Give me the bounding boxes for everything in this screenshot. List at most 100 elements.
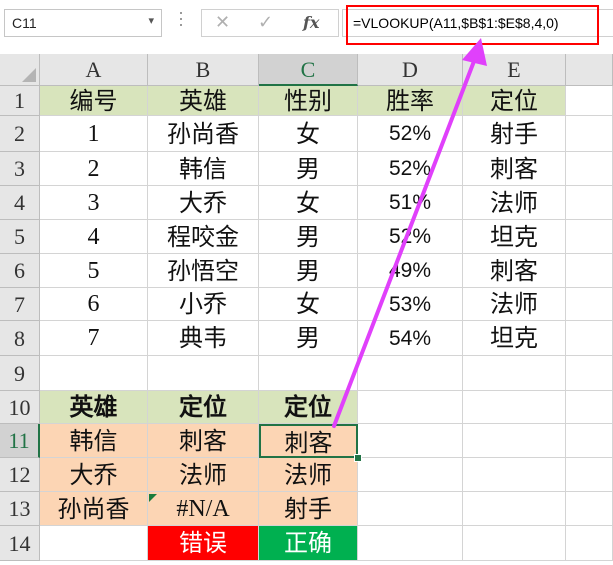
column-header-e[interactable]: E (463, 54, 566, 86)
cell-empty[interactable] (566, 288, 613, 321)
table-cell[interactable]: 大乔 (148, 186, 259, 220)
table-cell[interactable]: 小乔 (148, 288, 259, 321)
table-cell[interactable]: 女 (259, 186, 358, 220)
table-cell[interactable]: 1 (40, 116, 148, 152)
table-cell[interactable]: 51% (358, 186, 463, 220)
cell-empty[interactable] (566, 391, 613, 424)
table-cell[interactable]: 49% (358, 254, 463, 288)
table-cell[interactable]: 孙悟空 (148, 254, 259, 288)
cell-empty[interactable] (566, 116, 613, 152)
name-box[interactable]: C11 ▾ (4, 9, 162, 37)
table-cell[interactable]: 女 (259, 288, 358, 321)
table-cell[interactable]: 53% (358, 288, 463, 321)
table-cell[interactable]: 刺客 (463, 152, 566, 186)
cell-empty[interactable] (40, 356, 148, 391)
cell-empty[interactable] (358, 458, 463, 492)
row-header-3[interactable]: 3 (0, 152, 40, 186)
column-header-f[interactable] (566, 54, 613, 86)
table-cell[interactable]: 程咬金 (148, 220, 259, 254)
lookup-header-cell[interactable]: 定位 (259, 391, 358, 424)
row-header-12[interactable]: 12 (0, 458, 40, 492)
cell-empty[interactable] (463, 424, 566, 458)
table-cell[interactable]: 男 (259, 220, 358, 254)
cell-empty[interactable] (463, 391, 566, 424)
row-header-4[interactable]: 4 (0, 186, 40, 220)
wrong-label[interactable]: 错误 (148, 526, 259, 561)
lookup-cell[interactable]: #N/A (148, 492, 259, 526)
row-header-9[interactable]: 9 (0, 356, 40, 391)
cell-empty[interactable] (566, 220, 613, 254)
cell-empty[interactable] (566, 254, 613, 288)
table-cell[interactable]: 3 (40, 186, 148, 220)
cell-empty[interactable] (358, 391, 463, 424)
select-all-button[interactable] (0, 54, 40, 86)
lookup-cell[interactable]: 刺客 (148, 424, 259, 458)
cell-empty[interactable] (566, 492, 613, 526)
table-cell[interactable]: 4 (40, 220, 148, 254)
table-cell[interactable]: 男 (259, 254, 358, 288)
table-cell[interactable]: 6 (40, 288, 148, 321)
row-header-10[interactable]: 10 (0, 391, 40, 424)
table-cell[interactable]: 2 (40, 152, 148, 186)
check-icon[interactable]: ✓ (258, 11, 273, 35)
cell-empty[interactable] (463, 492, 566, 526)
lookup-cell[interactable]: 法师 (148, 458, 259, 492)
table-cell[interactable]: 女 (259, 116, 358, 152)
lookup-cell[interactable]: 射手 (259, 492, 358, 526)
row-header-5[interactable]: 5 (0, 220, 40, 254)
row-header-11[interactable]: 11 (0, 424, 40, 458)
table-header-cell[interactable]: 胜率 (358, 86, 463, 116)
cell-empty[interactable] (148, 356, 259, 391)
close-icon[interactable]: ✕ (215, 11, 230, 35)
table-cell[interactable]: 7 (40, 321, 148, 356)
row-header-1[interactable]: 1 (0, 86, 40, 116)
table-cell[interactable]: 54% (358, 321, 463, 356)
lookup-header-cell[interactable]: 英雄 (40, 391, 148, 424)
table-header-cell[interactable]: 定位 (463, 86, 566, 116)
drag-handle[interactable] (179, 12, 184, 34)
fill-handle[interactable] (354, 454, 362, 462)
cell-empty[interactable] (566, 152, 613, 186)
right-label[interactable]: 正确 (259, 526, 358, 561)
cell-empty[interactable] (358, 526, 463, 561)
cell-empty[interactable] (463, 458, 566, 492)
row-header-14[interactable]: 14 (0, 526, 40, 561)
formula-text[interactable]: =VLOOKUP(A11,$B$1:$E$8,4,0) (353, 15, 559, 31)
cell-empty[interactable] (566, 458, 613, 492)
cell-empty[interactable] (566, 424, 613, 458)
table-header-cell[interactable]: 性别 (259, 86, 358, 116)
cell-empty[interactable] (566, 186, 613, 220)
column-header-b[interactable]: B (148, 54, 259, 86)
table-cell[interactable]: 5 (40, 254, 148, 288)
table-cell[interactable]: 刺客 (463, 254, 566, 288)
table-cell[interactable]: 52% (358, 116, 463, 152)
table-cell[interactable]: 韩信 (148, 152, 259, 186)
table-header-cell[interactable]: 编号 (40, 86, 148, 116)
cell-empty[interactable] (463, 356, 566, 391)
table-cell[interactable]: 法师 (463, 186, 566, 220)
error-indicator-icon[interactable] (149, 494, 157, 502)
table-cell[interactable]: 法师 (463, 288, 566, 321)
row-header-8[interactable]: 8 (0, 321, 40, 356)
table-cell[interactable]: 射手 (463, 116, 566, 152)
lookup-cell[interactable]: 法师 (259, 458, 358, 492)
column-header-c[interactable]: C (259, 54, 358, 86)
lookup-cell[interactable]: 孙尚香 (40, 492, 148, 526)
lookup-cell[interactable]: 大乔 (40, 458, 148, 492)
table-header-cell[interactable]: 英雄 (148, 86, 259, 116)
row-header-6[interactable]: 6 (0, 254, 40, 288)
column-header-a[interactable]: A (40, 54, 148, 86)
cell-empty[interactable] (259, 356, 358, 391)
chevron-down-icon[interactable]: ▾ (148, 14, 154, 27)
table-cell[interactable]: 典韦 (148, 321, 259, 356)
table-cell[interactable]: 孙尚香 (148, 116, 259, 152)
function-icon[interactable]: fx (303, 11, 319, 35)
table-cell[interactable]: 男 (259, 321, 358, 356)
row-header-7[interactable]: 7 (0, 288, 40, 321)
cell-empty[interactable] (358, 356, 463, 391)
cell-empty[interactable] (566, 526, 613, 561)
cell-empty[interactable] (358, 492, 463, 526)
lookup-header-cell[interactable]: 定位 (148, 391, 259, 424)
table-cell[interactable]: 男 (259, 152, 358, 186)
cell-empty[interactable] (358, 424, 463, 458)
